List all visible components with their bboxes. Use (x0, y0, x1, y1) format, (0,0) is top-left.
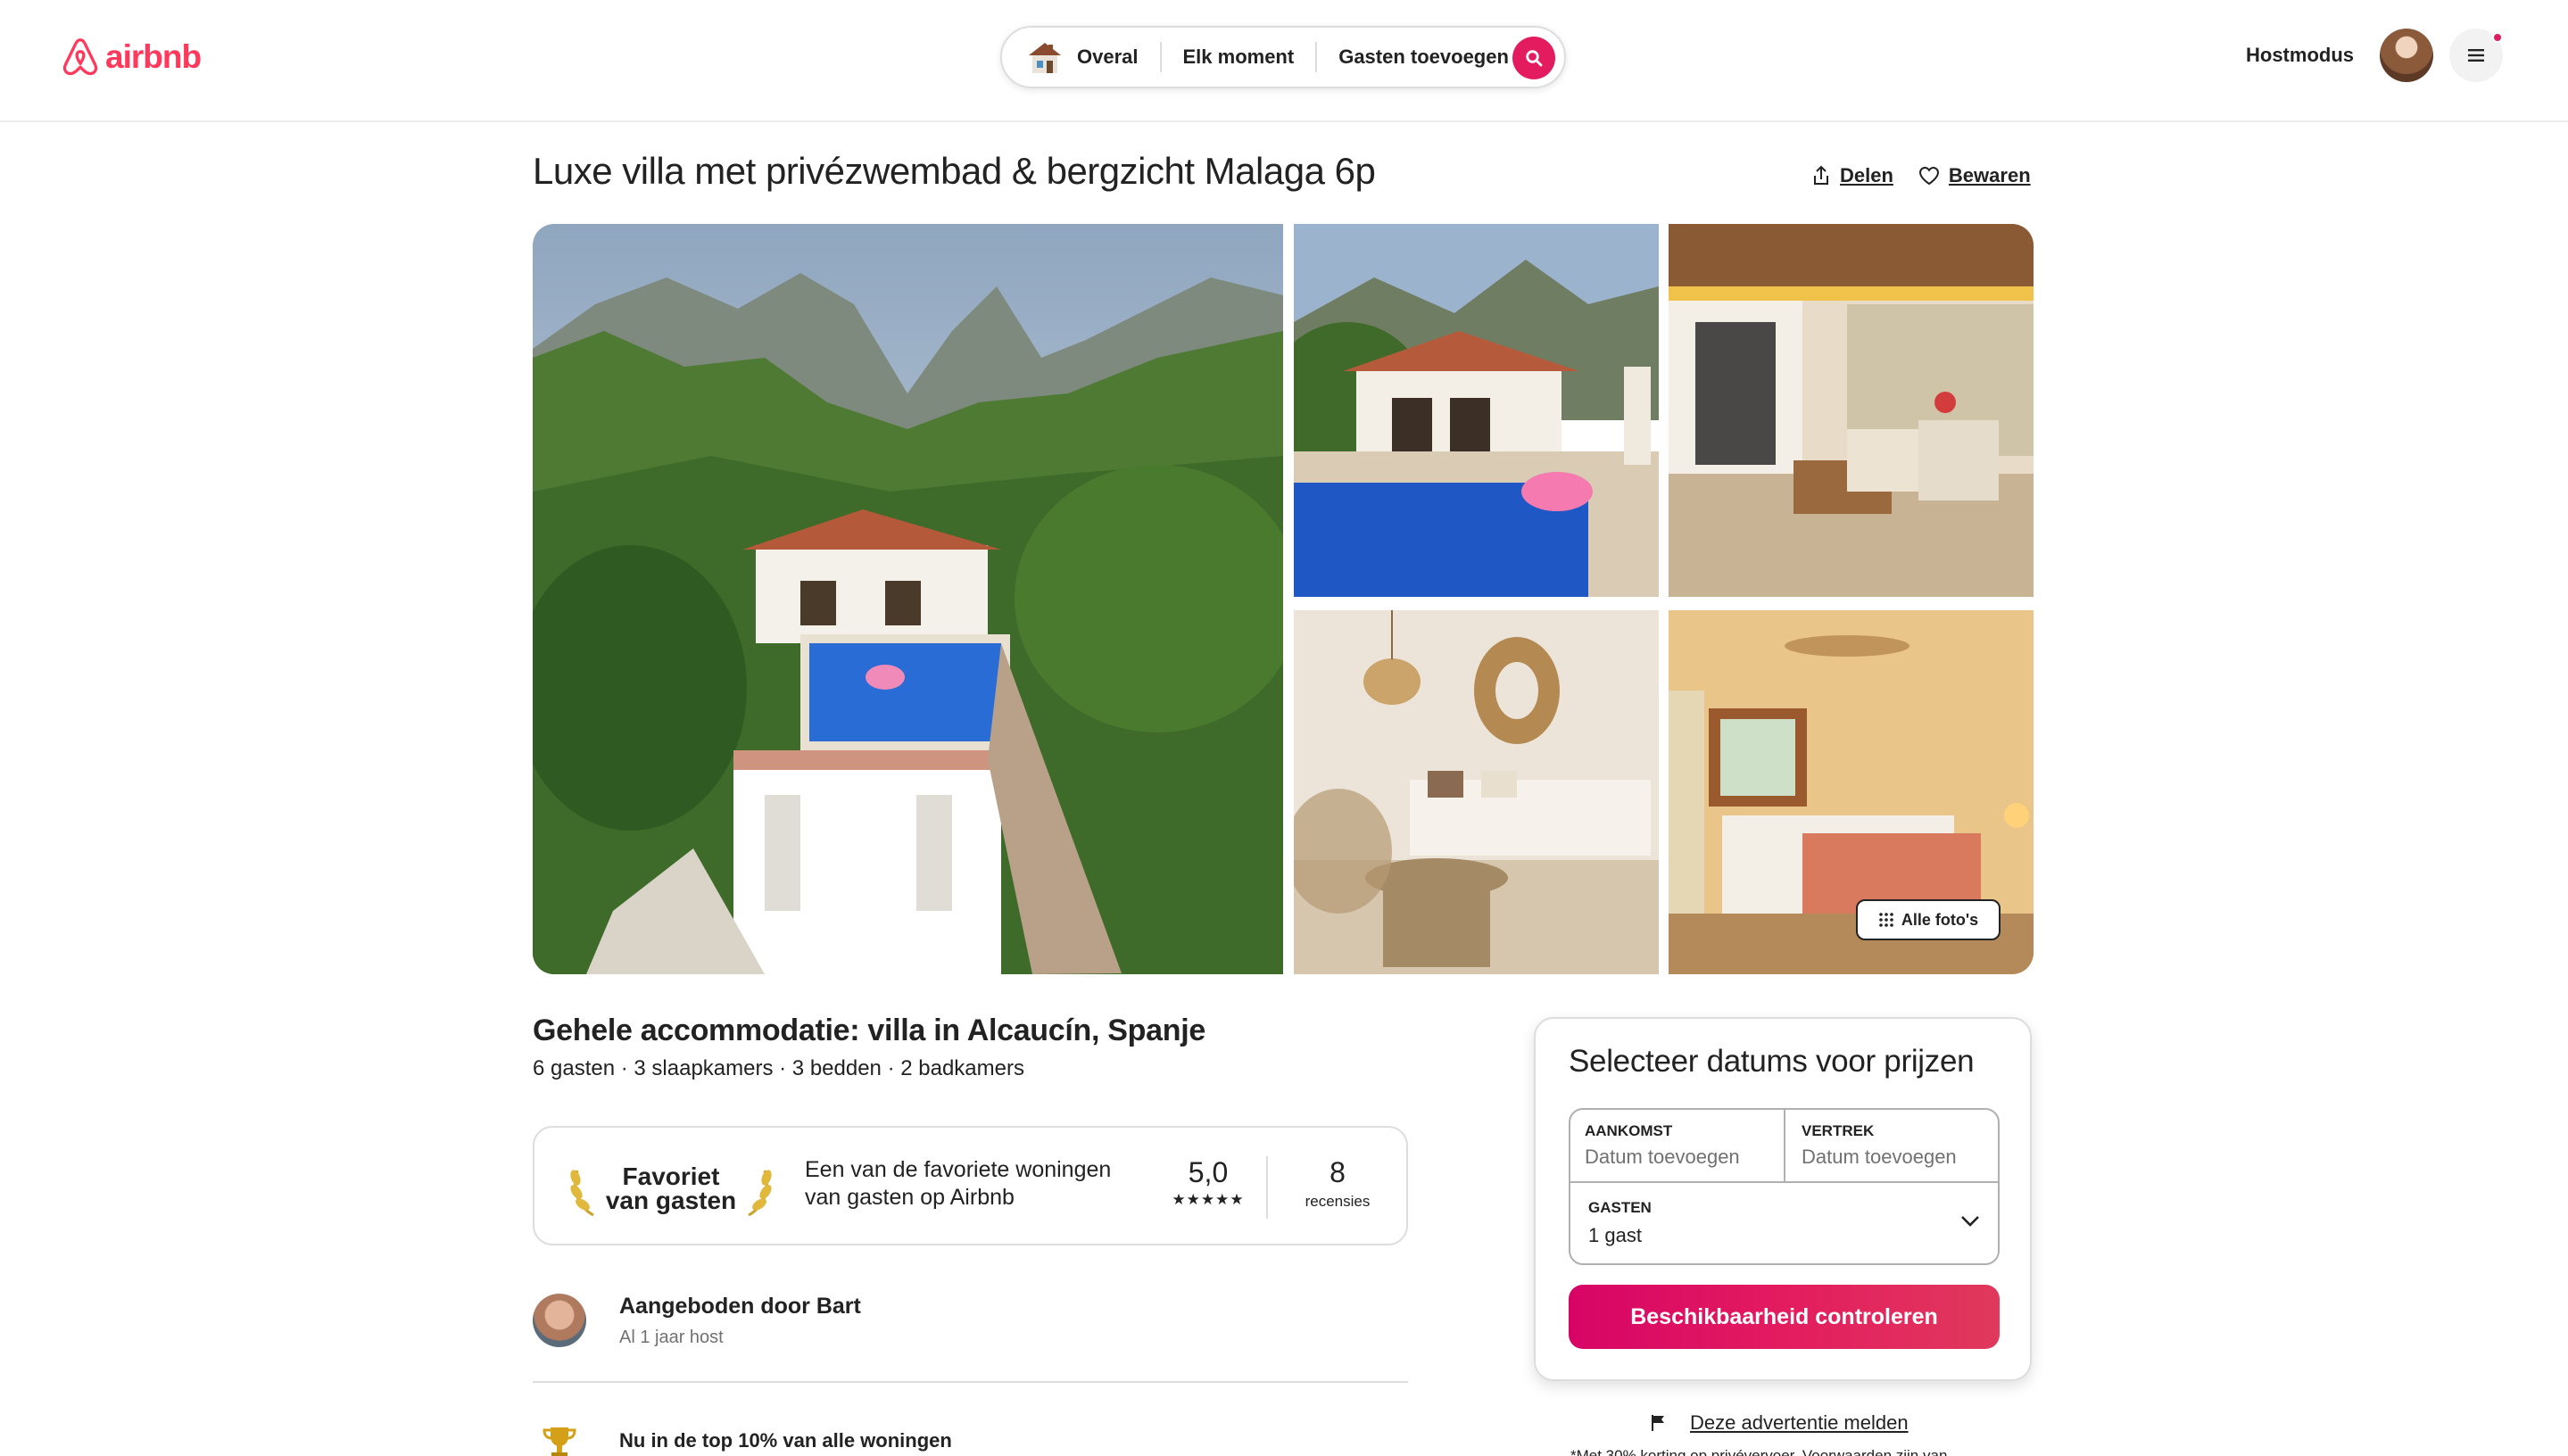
badge-line-1: Favoriet (622, 1162, 720, 1190)
chevron-down-icon (1961, 1216, 1979, 1227)
section-divider (533, 1381, 1408, 1383)
guest-favorite-description: Een van de favoriete woningen van gasten… (805, 1157, 1112, 1210)
host-name: Aangeboden door Bart (619, 1294, 861, 1319)
notification-dot (2492, 32, 2503, 43)
top-header: airbnb Overal Elk moment Gasten toevoege… (0, 0, 2568, 122)
date-guest-picker: AANKOMST Datum toevoegen VERTREK Datum t… (1569, 1108, 2000, 1265)
photo-gallery (533, 224, 2034, 974)
rating-stars-icon: ★★★★★ (1172, 1191, 1245, 1208)
checkin-value: Datum toevoegen (1585, 1146, 1740, 1168)
rating-value: 5,0 (1188, 1156, 1229, 1188)
guest-favorite-card[interactable]: Favoriet van gasten Een van de favoriete… (533, 1126, 1408, 1245)
checkin-label: AANKOMST (1585, 1122, 1673, 1139)
host-since: Al 1 jaar host (619, 1328, 724, 1347)
house-icon (1029, 43, 1061, 73)
guest-favorite-badge: Favoriet van gasten (568, 1160, 774, 1217)
airbnb-logo[interactable]: airbnb (61, 36, 202, 79)
flag-icon (1652, 1415, 1664, 1431)
laurel-right-icon (748, 1170, 772, 1217)
top10-highlight: Nu in de top 10% van alle woningen (619, 1429, 952, 1452)
guest-favorite-badge-text: Favoriet van gasten (605, 1162, 737, 1214)
airbnb-logo-text: airbnb (105, 38, 202, 75)
listing-subtitle: Gehele accommodatie: villa in Alcaucín, … (533, 1013, 1205, 1047)
search-where-label: Overal (1077, 46, 1139, 68)
checkout-value: Datum toevoegen (1802, 1146, 1957, 1168)
all-photos-button[interactable]: Alle foto's (1856, 899, 2001, 940)
check-availability-button[interactable]: Beschikbaarheid controleren (1569, 1285, 2000, 1349)
checkout-field[interactable]: VERTREK Datum toevoegen (1785, 1110, 1998, 1183)
share-button[interactable]: Delen (1811, 164, 1893, 187)
search-icon (1526, 50, 1543, 67)
report-listing-link[interactable]: Deze advertentie melden (1649, 1411, 1909, 1435)
badge-line-2: van gasten (605, 1187, 737, 1214)
reviews-label: recensies (1305, 1193, 1371, 1210)
rating-divider (1266, 1156, 1268, 1219)
booking-footnote: *Met 30% korting op privévervoer. Voorwa… (1570, 1447, 1960, 1456)
share-icon (1814, 165, 1828, 185)
grid-icon (1879, 913, 1893, 927)
search-where[interactable]: Overal (1025, 39, 1160, 75)
listing-title: Luxe villa met privézwembad & bergzicht … (533, 150, 1376, 192)
user-avatar[interactable] (2380, 29, 2433, 82)
heart-icon (1918, 166, 1939, 186)
save-label: Bewaren (1948, 164, 2031, 186)
hostmode-link[interactable]: Hostmodus (2246, 44, 2354, 67)
guests-value: 1 gast (1588, 1224, 1642, 1246)
search-when[interactable]: Elk moment (1162, 46, 1316, 69)
all-photos-label: Alle foto's (1901, 910, 1979, 929)
laurel-left-icon (570, 1170, 594, 1217)
share-label: Delen (1840, 164, 1893, 186)
checkout-label: VERTREK (1802, 1122, 1875, 1139)
checkin-field[interactable]: AANKOMST Datum toevoegen (1570, 1110, 1785, 1183)
reviews-count: 8 (1330, 1156, 1346, 1188)
guests-field[interactable]: GASTEN 1 gast (1570, 1183, 1998, 1263)
photo-main-villa-aerial[interactable] (533, 224, 1283, 974)
photo-living-room[interactable] (1294, 610, 1659, 974)
photo-covered-terrace[interactable] (1669, 224, 2034, 597)
reviews-block[interactable]: 8 recensies (1288, 1156, 1387, 1211)
listing-details: 6 gasten · 3 slaapkamers · 3 bedden · 2 … (533, 1056, 1024, 1080)
hamburger-menu-icon (2468, 49, 2484, 62)
save-button[interactable]: Bewaren (1918, 164, 2031, 187)
search-button[interactable] (1512, 37, 1555, 79)
search-bar[interactable]: Overal Elk moment Gasten toevoegen (1000, 26, 1566, 88)
rating-block: 5,0 ★★★★★ (1159, 1156, 1257, 1209)
host-avatar[interactable] (533, 1294, 586, 1347)
guests-label: GASTEN (1588, 1199, 1652, 1216)
title-actions: Delen Bewaren (1811, 164, 2031, 187)
booking-title: Selecteer datums voor prijzen (1569, 1044, 1975, 1079)
report-listing-label: Deze advertentie melden (1690, 1411, 1909, 1434)
airbnb-logo-icon (62, 38, 98, 76)
trophy-icon (543, 1427, 576, 1456)
booking-card: Selecteer datums voor prijzen AANKOMST D… (1534, 1017, 2032, 1381)
photo-pool-terrace[interactable] (1294, 224, 1659, 597)
search-who[interactable]: Gasten toevoegen (1317, 46, 1530, 69)
